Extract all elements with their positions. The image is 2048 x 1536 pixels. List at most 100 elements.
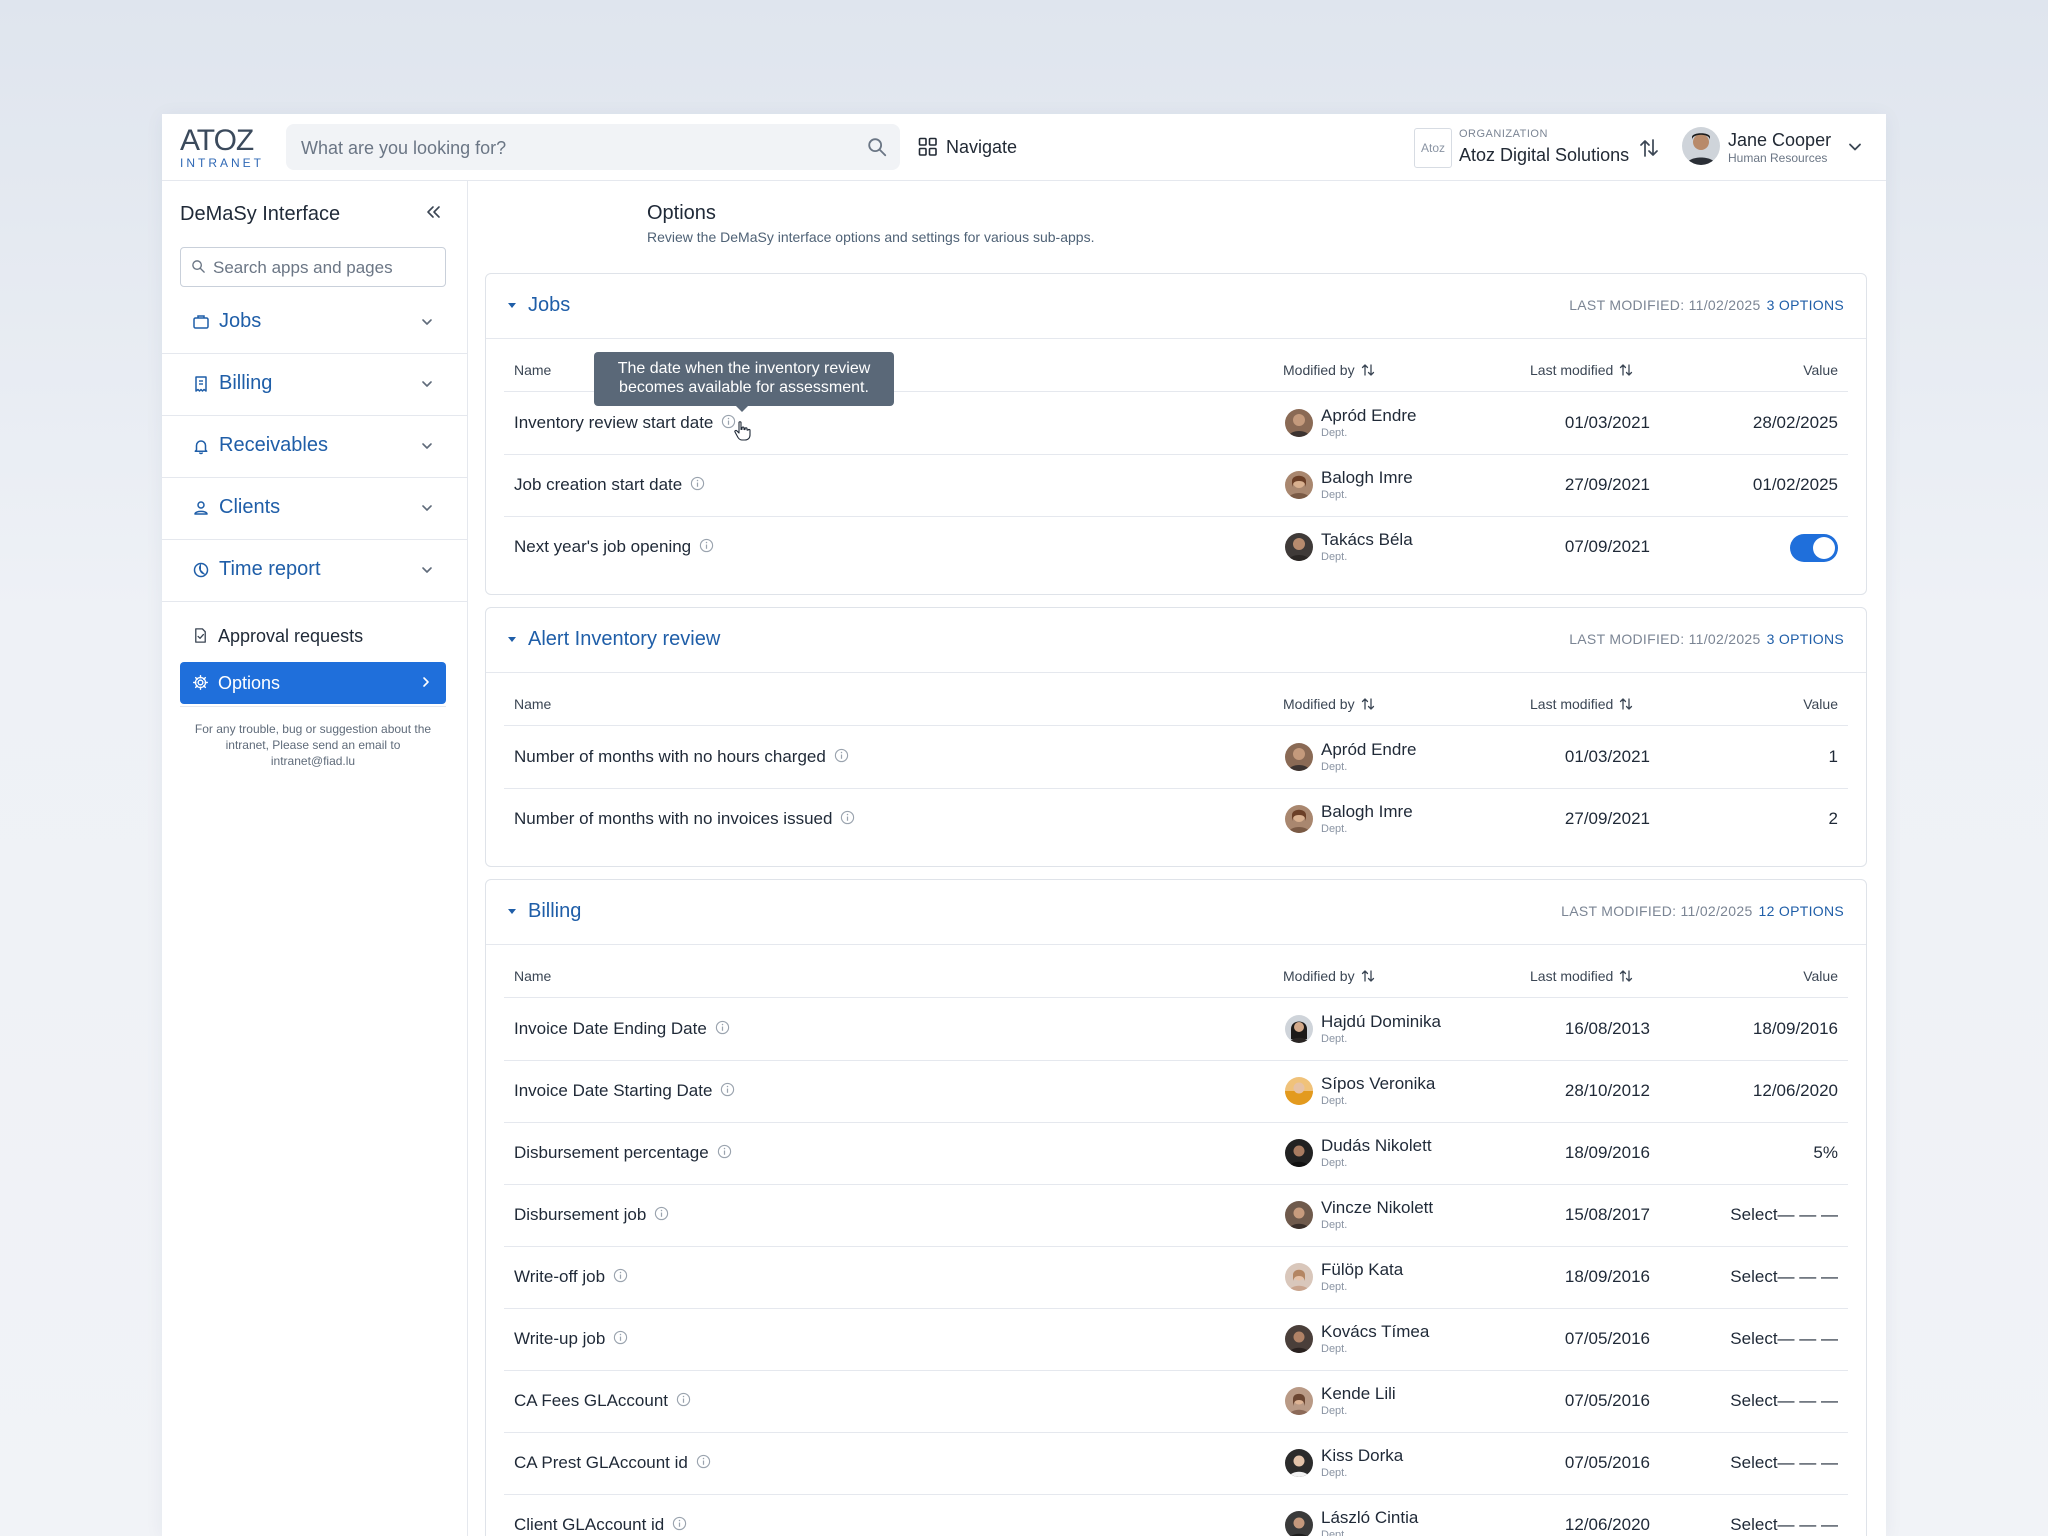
sidebar-item-approval-requests[interactable]: Approval requests <box>180 615 446 657</box>
table-row: Next year's job opening Takács Béla Dept… <box>504 516 1848 578</box>
info-icon[interactable] <box>654 1206 669 1221</box>
option-value[interactable]: 2 <box>1829 809 1838 829</box>
option-value[interactable]: 18/09/2016 <box>1753 1019 1838 1039</box>
sidebar-group-receivables[interactable]: Receivables <box>162 415 467 478</box>
table-row: Invoice Date Ending Date Hajdú Dominika … <box>504 998 1848 1061</box>
atoz-logo[interactable]: ATOZ INTRANET <box>180 126 264 170</box>
column-last-modified[interactable]: Last modified <box>1530 968 1633 984</box>
user-name[interactable]: Jane Cooper <box>1728 130 1831 151</box>
sidebar-search-placeholder: Search apps and pages <box>213 258 393 277</box>
section-title[interactable]: Jobs <box>528 294 570 317</box>
table-row: CA Prest GLAccount id Kiss Dorka Dept. 0… <box>504 1432 1848 1495</box>
sort-icon[interactable] <box>1361 362 1375 378</box>
caret-down-icon[interactable] <box>508 909 516 914</box>
section-title[interactable]: Billing <box>528 900 581 923</box>
sidebar-group-clients[interactable]: Clients <box>162 477 467 540</box>
global-search-input[interactable]: What are you looking for? <box>286 124 900 170</box>
column-modified-by[interactable]: Modified by <box>1283 968 1375 984</box>
option-name-text: CA Prest GLAccount id <box>514 1453 688 1472</box>
sidebar-group-jobs[interactable]: Jobs <box>162 291 467 354</box>
sort-icon[interactable] <box>1619 362 1633 378</box>
user-avatar[interactable] <box>1682 127 1720 165</box>
column-name: Name <box>514 968 552 984</box>
section-options-count[interactable]: 3 OPTIONS <box>1767 297 1844 313</box>
search-icon <box>192 260 205 273</box>
info-icon[interactable] <box>717 1144 732 1159</box>
modified-by-name: Balogh Imre <box>1321 802 1413 821</box>
sort-icon[interactable] <box>1361 696 1375 712</box>
section-alert-inventory-review: Alert Inventory review LAST MODIFIED: 11… <box>485 607 1867 867</box>
section-jobs: Jobs LAST MODIFIED: 11/02/2025 3 OPTIONS … <box>485 273 1867 595</box>
option-value-select[interactable]: Select— — — <box>1730 1391 1838 1411</box>
option-name: Client GLAccount id <box>514 1515 687 1535</box>
last-modified-date: 15/08/2017 <box>1564 1205 1650 1224</box>
section-title[interactable]: Alert Inventory review <box>528 628 720 651</box>
info-icon[interactable] <box>672 1516 687 1531</box>
column-last-modified[interactable]: Last modified <box>1530 362 1633 378</box>
column-modified-by[interactable]: Modified by <box>1283 696 1375 712</box>
option-value-select[interactable]: Select— — — <box>1730 1329 1838 1349</box>
sort-icon[interactable] <box>1619 696 1633 712</box>
info-icon[interactable] <box>834 748 849 763</box>
info-icon[interactable] <box>676 1392 691 1407</box>
info-icon[interactable] <box>699 538 714 553</box>
option-value[interactable]: 5% <box>1813 1143 1838 1163</box>
avatar <box>1285 1015 1313 1043</box>
info-icon[interactable] <box>690 476 705 491</box>
section-header[interactable]: Billing LAST MODIFIED: 11/02/2025 12 OPTI… <box>486 880 1866 945</box>
modified-by-dept: Dept. <box>1321 1343 1348 1355</box>
option-value[interactable]: 12/06/2020 <box>1753 1081 1838 1101</box>
info-icon[interactable] <box>613 1330 628 1345</box>
info-icon[interactable] <box>696 1454 711 1469</box>
org-name[interactable]: Atoz Digital Solutions <box>1459 145 1629 166</box>
collapse-sidebar-icon[interactable] <box>424 203 442 221</box>
sidebar-item-options[interactable]: Options <box>180 662 446 704</box>
sidebar-title: DeMaSy Interface <box>180 203 341 225</box>
sidebar-search-input[interactable]: Search apps and pages <box>180 247 446 287</box>
search-icon[interactable] <box>866 136 888 158</box>
option-value-select[interactable]: Select— — — <box>1730 1515 1838 1535</box>
page-title: Options <box>647 202 716 224</box>
toggle-switch[interactable] <box>1790 534 1838 562</box>
modified-by-dept: Dept. <box>1321 489 1348 501</box>
pie-chart-icon <box>193 562 209 578</box>
modified-by-dept: Dept. <box>1321 1281 1348 1293</box>
sort-icon[interactable] <box>1361 968 1375 984</box>
option-name: Invoice Date Starting Date <box>514 1081 735 1101</box>
info-icon[interactable] <box>613 1268 628 1283</box>
chevron-down-icon[interactable] <box>1848 140 1862 154</box>
option-value[interactable]: 28/02/2025 <box>1753 413 1838 433</box>
logo-sub-text: INTRANET <box>180 156 264 170</box>
section-last-modified: LAST MODIFIED: 11/02/2025 <box>1569 297 1761 313</box>
toggle-knob <box>1813 537 1835 559</box>
switch-org-icon[interactable] <box>1638 136 1660 160</box>
section-options-count[interactable]: 3 OPTIONS <box>1767 631 1844 647</box>
column-last-modified[interactable]: Last modified <box>1530 696 1633 712</box>
sidebar-group-time-report[interactable]: Time report <box>162 539 467 602</box>
navigate-button[interactable]: Navigate <box>918 134 1017 160</box>
section-header[interactable]: Jobs LAST MODIFIED: 11/02/2025 3 OPTIONS <box>486 274 1866 339</box>
option-value-select[interactable]: Select— — — <box>1730 1453 1838 1473</box>
section-header[interactable]: Alert Inventory review LAST MODIFIED: 11… <box>486 608 1866 673</box>
modified-by-name: Fülöp Kata <box>1321 1260 1404 1279</box>
section-meta: LAST MODIFIED: 11/02/2025 3 OPTIONS <box>1569 297 1844 313</box>
info-icon[interactable] <box>840 810 855 825</box>
option-name-text: Invoice Date Starting Date <box>514 1081 713 1100</box>
modified-by-name: Kovács Tímea <box>1321 1322 1430 1341</box>
option-value[interactable]: 01/02/2025 <box>1753 475 1838 495</box>
column-modified-by[interactable]: Modified by <box>1283 362 1375 378</box>
sort-icon[interactable] <box>1619 968 1633 984</box>
info-icon[interactable] <box>720 1082 735 1097</box>
caret-down-icon[interactable] <box>508 637 516 642</box>
option-name-text: Disbursement job <box>514 1205 647 1224</box>
caret-down-icon[interactable] <box>508 303 516 308</box>
option-value-select[interactable]: Select— — — <box>1730 1267 1838 1287</box>
option-value-select[interactable]: Select— — — <box>1730 1205 1838 1225</box>
modified-by-name: Dudás Nikolett <box>1321 1136 1432 1155</box>
column-name: Name <box>514 696 552 712</box>
section-options-count[interactable]: 12 OPTIONS <box>1759 903 1844 919</box>
sidebar-group-billing[interactable]: Billing <box>162 353 467 416</box>
option-value[interactable]: 1 <box>1829 747 1838 767</box>
info-icon[interactable] <box>715 1020 730 1035</box>
option-name-text: Next year's job opening <box>514 537 692 556</box>
